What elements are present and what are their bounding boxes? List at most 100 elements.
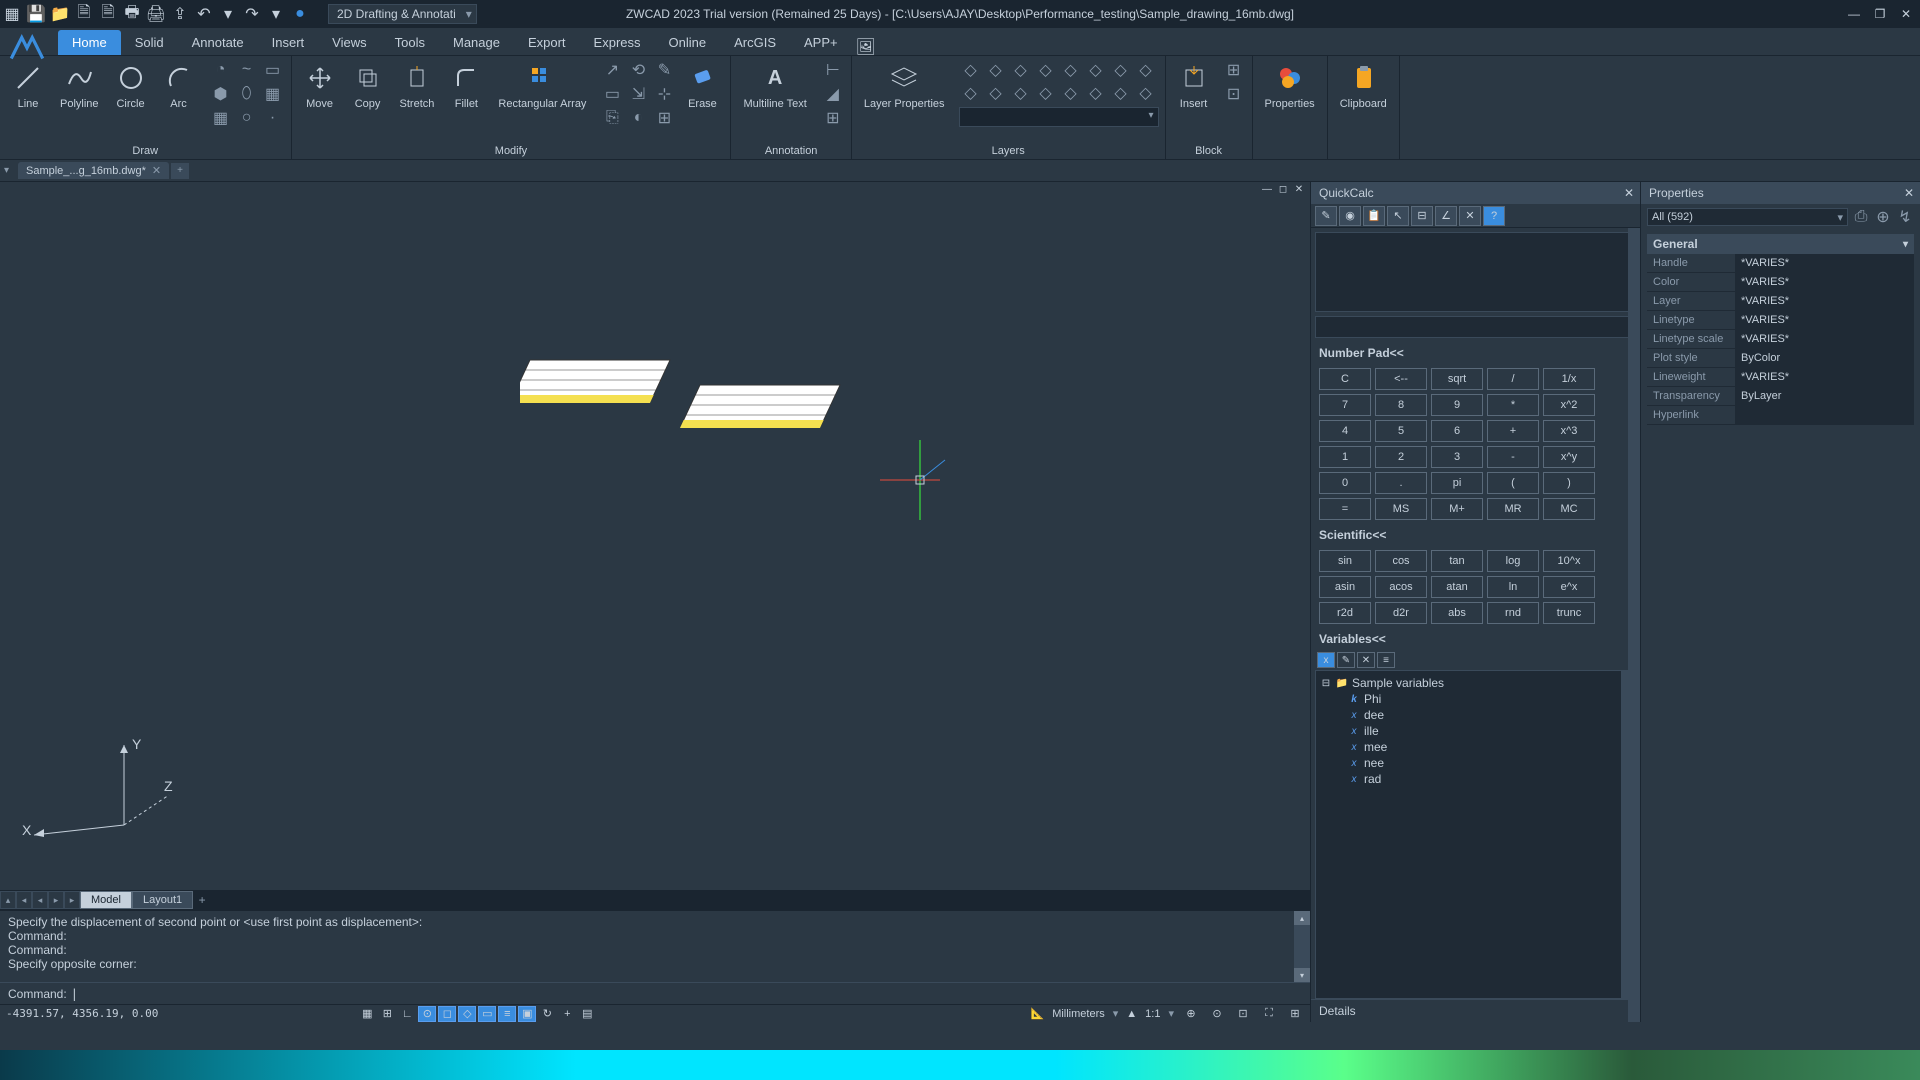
numpad-[interactable]: +: [1487, 420, 1539, 442]
sci-10x[interactable]: 10^x: [1543, 550, 1595, 572]
tab-insert[interactable]: Insert: [258, 30, 319, 55]
ly-14[interactable]: ◇: [1084, 83, 1108, 103]
numpad-C[interactable]: C: [1319, 368, 1371, 390]
ly-11[interactable]: ◇: [1009, 83, 1033, 103]
draw-small-8[interactable]: ○: [235, 108, 259, 128]
ly-8[interactable]: ◇: [1134, 60, 1158, 80]
command-history[interactable]: Specify the displacement of second point…: [0, 911, 1310, 982]
command-input[interactable]: [71, 987, 1302, 1001]
layout-nav-next[interactable]: ▸: [48, 891, 64, 909]
numpad-5[interactable]: 5: [1375, 420, 1427, 442]
tool-polyline[interactable]: Polyline: [54, 60, 105, 112]
close-button[interactable]: ✕: [1894, 4, 1918, 24]
numpad-[interactable]: (: [1487, 472, 1539, 494]
numpad-MS[interactable]: MS: [1375, 498, 1427, 520]
sci-trunc[interactable]: trunc: [1543, 602, 1595, 624]
ly-5[interactable]: ◇: [1059, 60, 1083, 80]
cmd-scrollbar[interactable]: ▴ ▾: [1294, 911, 1310, 982]
ly-4[interactable]: ◇: [1034, 60, 1058, 80]
layout-tab-model[interactable]: Model: [80, 891, 132, 909]
tool-array[interactable]: Rectangular Array: [492, 60, 592, 112]
sb-cycle-icon[interactable]: ↻: [538, 1006, 556, 1022]
prop-section-general[interactable]: General: [1647, 234, 1914, 254]
ann-s2[interactable]: ◢: [821, 84, 845, 104]
numpad-[interactable]: *: [1487, 394, 1539, 416]
redo-drop-icon[interactable]: ▾: [268, 6, 284, 22]
numpad-9[interactable]: 9: [1431, 394, 1483, 416]
prop-row-handle[interactable]: Handle*VARIES*: [1647, 254, 1914, 273]
sb-scale[interactable]: 1:1: [1145, 1008, 1160, 1020]
open-icon[interactable]: 📁: [52, 6, 68, 22]
tool-erase[interactable]: Erase: [680, 60, 724, 112]
prop-icn-2[interactable]: ⊕: [1874, 208, 1892, 226]
app-menu-icon[interactable]: ▦: [4, 6, 20, 22]
drawing-viewport[interactable]: Y X Z: [0, 200, 1310, 890]
properties-close-icon[interactable]: ✕: [1904, 186, 1914, 200]
tree-collapse-icon[interactable]: ⊟: [1320, 677, 1332, 689]
sb-r2-icon[interactable]: ⊙: [1208, 1006, 1226, 1022]
draw-small-2[interactable]: ~: [235, 60, 259, 80]
ly-1[interactable]: ◇: [959, 60, 983, 80]
image-tab-icon[interactable]: 🖼: [858, 39, 874, 55]
sb-r5-icon[interactable]: ⊞: [1286, 1006, 1304, 1022]
saveas-icon[interactable]: 🗎: [76, 6, 92, 22]
doc-tab-close-icon[interactable]: ✕: [152, 164, 161, 177]
qc-tb-1[interactable]: ✎: [1315, 206, 1337, 226]
numpad-0[interactable]: 0: [1319, 472, 1371, 494]
tab-manage[interactable]: Manage: [439, 30, 514, 55]
ly-7[interactable]: ◇: [1109, 60, 1133, 80]
mod-s9[interactable]: ⊞: [652, 108, 676, 128]
qc-sci-title[interactable]: Scientific<<: [1311, 524, 1640, 546]
sci-cos[interactable]: cos: [1375, 550, 1427, 572]
numpad-4[interactable]: 4: [1319, 420, 1371, 442]
numpad-7[interactable]: 7: [1319, 394, 1371, 416]
print-icon[interactable]: 🖨: [148, 6, 164, 22]
sci-log[interactable]: log: [1487, 550, 1539, 572]
var-mee[interactable]: xmee: [1320, 739, 1631, 755]
qc-input[interactable]: [1315, 316, 1636, 338]
save2-icon[interactable]: 🗎: [100, 6, 116, 22]
sci-abs[interactable]: abs: [1431, 602, 1483, 624]
sb-dyn-icon[interactable]: ▭: [478, 1006, 496, 1022]
tool-layer-properties[interactable]: Layer Properties: [858, 60, 951, 112]
layout-nav-last[interactable]: ▸: [64, 891, 80, 909]
ann-s3[interactable]: ⊞: [821, 108, 845, 128]
ly-2[interactable]: ◇: [984, 60, 1008, 80]
numpad-[interactable]: /: [1487, 368, 1539, 390]
layout-tab-layout1[interactable]: Layout1: [132, 891, 193, 909]
draw-small-4[interactable]: ⬢: [209, 84, 233, 104]
cmd-scroll-up-icon[interactable]: ▴: [1294, 911, 1310, 925]
draw-small-7[interactable]: ▦: [209, 108, 233, 128]
draw-small-5[interactable]: ⬯: [235, 84, 259, 104]
qc-details[interactable]: Details: [1311, 999, 1640, 1022]
mod-s6[interactable]: ⊹: [652, 84, 676, 104]
tab-app[interactable]: APP+: [790, 30, 852, 55]
sb-ann-icon[interactable]: ▤: [578, 1006, 596, 1022]
prop-row-hyperlink[interactable]: Hyperlink: [1647, 406, 1914, 425]
numpad-[interactable]: =: [1319, 498, 1371, 520]
prop-row-linetype-scale[interactable]: Linetype scale*VARIES*: [1647, 330, 1914, 349]
prop-row-color[interactable]: Color*VARIES*: [1647, 273, 1914, 292]
mod-s5[interactable]: ⇲: [626, 84, 650, 104]
sci-sin[interactable]: sin: [1319, 550, 1371, 572]
mod-s3[interactable]: ✎: [652, 60, 676, 80]
cmd-scroll-down-icon[interactable]: ▾: [1294, 968, 1310, 982]
numpad-[interactable]: -: [1487, 446, 1539, 468]
var-dee[interactable]: xdee: [1320, 707, 1631, 723]
mod-s4[interactable]: ▭: [600, 84, 624, 104]
numpad-pi[interactable]: pi: [1431, 472, 1483, 494]
numpad-MR[interactable]: MR: [1487, 498, 1539, 520]
qc-tb-7[interactable]: ✕: [1459, 206, 1481, 226]
var-tree-root[interactable]: ⊟ 📁 Sample variables: [1320, 675, 1631, 691]
minimize-button[interactable]: —: [1842, 4, 1866, 24]
sb-r3-icon[interactable]: ⊡: [1234, 1006, 1252, 1022]
layer-combo[interactable]: [959, 107, 1159, 127]
draw-small-3[interactable]: ▭: [261, 60, 285, 80]
doc-tab-menu-icon[interactable]: ▾: [4, 165, 16, 176]
mod-s7[interactable]: ⎘: [600, 108, 624, 128]
sb-grid-icon[interactable]: ▦: [358, 1006, 376, 1022]
ly-12[interactable]: ◇: [1034, 83, 1058, 103]
var-rad[interactable]: xrad: [1320, 771, 1631, 787]
prop-row-layer[interactable]: Layer*VARIES*: [1647, 292, 1914, 311]
sb-polar-icon[interactable]: ⊙: [418, 1006, 436, 1022]
